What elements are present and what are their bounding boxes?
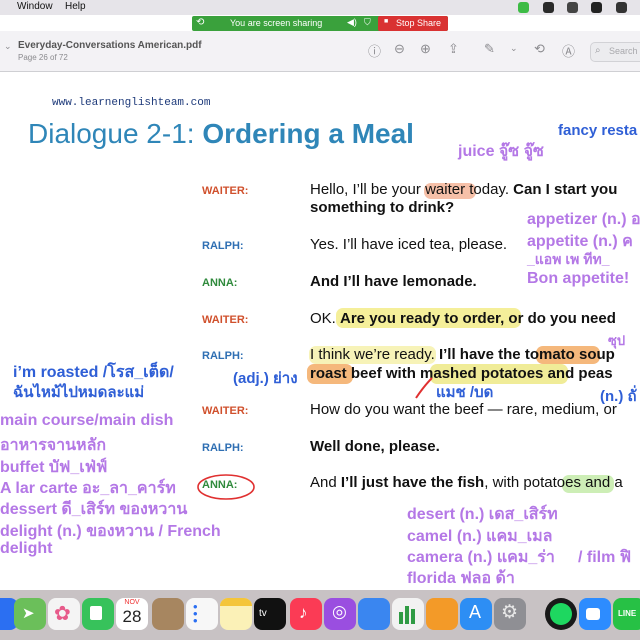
dock-system-preferences-icon[interactable]: ⚙ bbox=[494, 598, 526, 630]
circle-annotation bbox=[197, 474, 255, 500]
dock-numbers-icon[interactable] bbox=[392, 598, 424, 630]
dock-music-icon[interactable]: ♪ bbox=[290, 598, 322, 630]
dock-line-icon[interactable]: LINE bbox=[613, 598, 640, 630]
dock-reminders-icon[interactable]: • • • bbox=[186, 598, 218, 630]
note-mash: แมช /บด bbox=[436, 384, 494, 401]
note-delight-2: delight bbox=[0, 540, 53, 557]
dock-spotify-icon[interactable] bbox=[545, 598, 577, 630]
dock-contacts-icon[interactable] bbox=[152, 598, 184, 630]
dock-zoom-icon[interactable] bbox=[579, 598, 611, 630]
note-fancy: fancy resta bbox=[558, 122, 638, 139]
dock-maps-icon[interactable]: ➤ bbox=[14, 598, 46, 630]
dock-app-store-icon[interactable]: A bbox=[460, 598, 492, 630]
dock-calendar-icon[interactable]: NOV 28 bbox=[116, 598, 148, 630]
note-juice: juice จู๊ซ จู๊ซ bbox=[458, 143, 544, 160]
note-bon-appetite: Bon appetite! bbox=[527, 270, 630, 287]
arrow-annotation bbox=[415, 377, 433, 399]
note-main-course: main course/main dish bbox=[0, 412, 174, 429]
note-adj: (adj.) ย่าง bbox=[233, 370, 298, 387]
note-roasted-thai: ฉันไหม้ไปหมดละแม่ bbox=[13, 384, 145, 401]
note-peas: (n.) ถั่ bbox=[600, 388, 637, 405]
note-soup: ซุป bbox=[608, 333, 626, 348]
note-film: / film ฟิ bbox=[578, 549, 632, 566]
dock-keynote-icon[interactable] bbox=[358, 598, 390, 630]
dock-photos-icon[interactable]: ✿ bbox=[48, 598, 80, 630]
dock-tv-icon[interactable]: tv bbox=[254, 598, 286, 630]
dock-pages-icon[interactable] bbox=[426, 598, 458, 630]
dock-facetime-icon[interactable] bbox=[82, 598, 114, 630]
note-florida: florida ฟลอ ด้า bbox=[407, 570, 515, 587]
note-pronunciation: _แอพ เพ ทีท_ bbox=[527, 251, 610, 267]
dock-podcasts-icon[interactable]: ◎ bbox=[324, 598, 356, 630]
dock-notes-icon[interactable] bbox=[220, 598, 252, 630]
